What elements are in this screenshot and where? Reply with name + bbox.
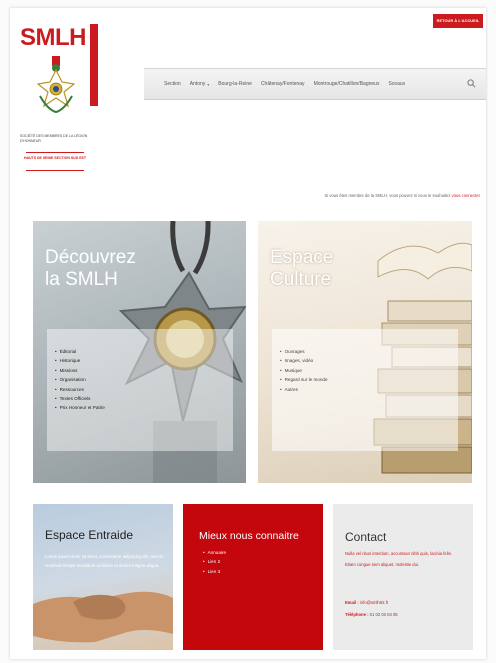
login-link[interactable]: vous connecter xyxy=(452,193,480,198)
contact-email[interactable]: Email : info@smlh92.fr xyxy=(345,600,388,605)
logo-caption: Société des membres de la Légion d'honne… xyxy=(20,134,88,143)
main-nav: Section Antony ▾ Bourg-la-Reine Châtenay/… xyxy=(144,68,486,100)
list-item[interactable]: Autres xyxy=(280,385,328,394)
list-item[interactable]: Images, vidéo xyxy=(280,356,328,365)
member-notice: Si vous êtes membre de la SMLH, vous pou… xyxy=(324,193,481,198)
list-item[interactable]: Musique xyxy=(280,366,328,375)
nav-item-montrouge[interactable]: Montrouge/Chatillon/Bagneux xyxy=(314,81,380,87)
tile-discover-smlh[interactable]: Découvrez la SMLH Éditorial Historique M… xyxy=(33,221,246,483)
tile-espace-entraide[interactable]: Espace Entraide Lorem ipsum dolor sit am… xyxy=(33,504,173,650)
list-item[interactable]: Ouvrages xyxy=(280,347,328,356)
nav-item-sceaux[interactable]: Sceaux xyxy=(388,81,405,87)
tile-contact: Contact Nulla vel risus interdum, accums… xyxy=(333,504,473,650)
return-home-button[interactable]: Retour à l'accueil xyxy=(433,14,483,28)
contact-phone: Téléphone : 01 02 03 04 05 xyxy=(345,612,398,617)
nav-item-antony[interactable]: Antony ▾ xyxy=(190,81,210,87)
tile-title: Mieux nous connaitre xyxy=(199,530,299,542)
nav-item-bourg-la-reine[interactable]: Bourg-la-Reine xyxy=(218,81,252,87)
list-item[interactable]: Textes Officiels xyxy=(55,394,105,403)
list-item[interactable]: Lien 2 xyxy=(203,557,226,566)
list-item[interactable]: Organisation xyxy=(55,375,105,384)
logo-divider xyxy=(26,170,84,171)
site-logo[interactable]: SMLH Société des membres de la Légion d'… xyxy=(18,24,102,171)
logo-divider xyxy=(26,152,84,153)
handshake-photo xyxy=(33,591,173,643)
legion-medal-icon xyxy=(36,56,76,114)
nav-item-chatenay-fontenay[interactable]: Châtenay/Fontenay xyxy=(261,81,305,87)
tile-title: Espace Culture xyxy=(270,247,334,290)
culture-link-list: Ouvrages Images, vidéo Musique Regard su… xyxy=(280,347,328,394)
logo-red-bar xyxy=(90,24,98,106)
tile-title: Espace Entraide xyxy=(45,528,134,542)
list-item[interactable]: Annuaire xyxy=(203,548,226,557)
tile-title: Contact xyxy=(345,530,387,544)
list-item[interactable]: Regard sur le monde xyxy=(280,375,328,384)
tile-mieux-nous-connaitre[interactable]: Mieux nous connaitre Annuaire Lien 2 Lie… xyxy=(183,504,323,650)
chevron-down-icon: ▾ xyxy=(207,81,210,87)
list-item[interactable]: Lien 3 xyxy=(203,567,226,576)
nav-item-section[interactable]: Section xyxy=(164,81,181,87)
tile-description: Nulla vel risus interdum, accumsan nibh … xyxy=(345,551,452,567)
smlh-link-list: Éditorial Historique Missions Organisati… xyxy=(55,347,105,413)
section-name: Hauts de Seine Section Sud Est xyxy=(23,156,87,160)
tile-espace-culture[interactable]: Espace Culture Ouvrages Images, vidéo Mu… xyxy=(258,221,472,483)
mieux-link-list: Annuaire Lien 2 Lien 3 xyxy=(203,548,226,576)
tile-title: Découvrez la SMLH xyxy=(45,247,136,290)
tile-description: Lorem ipsum dolor sit amet, consectetur … xyxy=(45,554,164,568)
search-icon[interactable] xyxy=(467,79,476,88)
list-item[interactable]: Éditorial xyxy=(55,347,105,356)
logo-wordmark: SMLH xyxy=(20,24,87,51)
list-item[interactable]: Prix Honneur et Patrie xyxy=(55,403,105,412)
list-item[interactable]: Ressources xyxy=(55,385,105,394)
list-item[interactable]: Historique xyxy=(55,356,105,365)
list-item[interactable]: Missions xyxy=(55,366,105,375)
